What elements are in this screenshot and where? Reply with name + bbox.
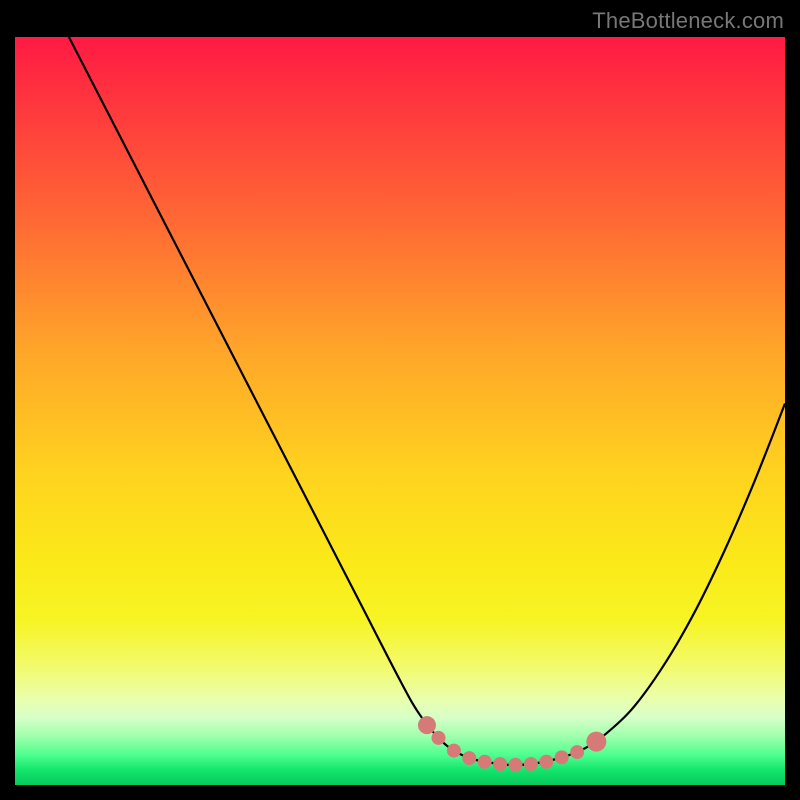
plot-area <box>15 37 785 785</box>
watermark-text: TheBottleneck.com <box>592 8 784 34</box>
marker-dot <box>432 731 446 745</box>
marker-dot <box>418 716 436 734</box>
chart-frame: TheBottleneck.com <box>0 0 800 800</box>
marker-dot <box>539 755 553 769</box>
marker-dot <box>462 751 476 765</box>
marker-dot <box>493 757 507 771</box>
curves-svg <box>15 37 785 785</box>
left-curve-path <box>69 37 554 765</box>
marker-dot <box>524 757 538 771</box>
marker-dot <box>555 750 569 764</box>
marker-dot <box>447 744 461 758</box>
right-curve-path <box>508 404 785 765</box>
marker-dot <box>586 732 606 752</box>
marker-dot <box>478 755 492 769</box>
marker-dot <box>509 758 523 772</box>
marker-dot <box>570 745 584 759</box>
